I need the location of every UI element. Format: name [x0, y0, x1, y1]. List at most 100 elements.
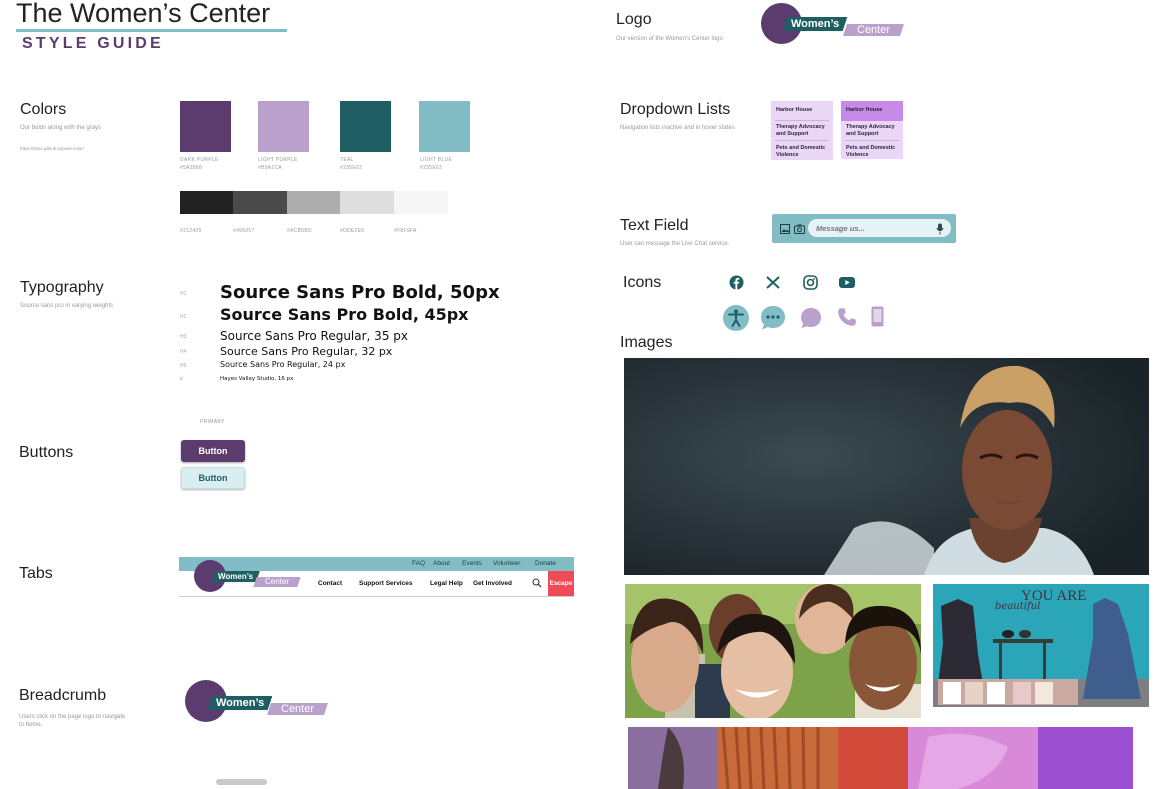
swatch-light-purple — [258, 101, 309, 152]
primary-button[interactable]: Button — [181, 440, 245, 462]
typo-sample-h5: Source Sans Pro Regular, 24 px — [220, 360, 346, 369]
image-icon[interactable] — [780, 224, 790, 234]
gray-code: #495057 — [233, 228, 255, 234]
swatch-label: TEAL — [340, 157, 354, 163]
tab-get-involved[interactable]: Get Involved — [473, 580, 512, 587]
nav-logo-center-text: Center — [265, 577, 290, 586]
gray-swatch — [233, 191, 287, 214]
group-friends-image — [625, 584, 921, 718]
colors-description: Our bolds along with the grays — [20, 125, 102, 131]
logo-center-banner: Center — [843, 24, 904, 36]
logo-women-text: Women’s — [791, 18, 840, 30]
logo-center-banner: Center — [267, 703, 328, 715]
nav-link-donate[interactable]: Donate — [535, 560, 556, 567]
microphone-icon[interactable] — [936, 223, 944, 235]
dropdown-description: Navigation lists inactive and in hover s… — [620, 125, 735, 131]
portrait-woman-image — [624, 358, 1149, 575]
dropdown-item[interactable]: Pets and Domestic Violence — [776, 145, 830, 159]
swatch-label: LIGHT PURPLE — [258, 157, 298, 163]
chat-more-icon[interactable] — [760, 305, 786, 331]
tab-support-services[interactable]: Support Services — [359, 580, 412, 587]
gray-swatch — [180, 191, 234, 214]
boutique-image: YOU ARE beautiful — [933, 584, 1149, 707]
nav-link-volunteer[interactable]: Volunteer — [493, 560, 520, 567]
logo-center-text: Center — [857, 24, 891, 36]
colors-link[interactable]: https://psss.github.io/pixel-color/ — [20, 145, 84, 153]
logo-center-text: Center — [281, 703, 315, 715]
colors-heading: Colors — [20, 101, 67, 118]
gray-code: #212429 — [180, 228, 202, 234]
search-icon[interactable] — [532, 578, 542, 588]
nav-link-about[interactable]: About — [433, 560, 450, 567]
swatch-light-blue — [419, 101, 470, 152]
typography-heading: Typography — [20, 279, 104, 296]
typo-tag-p: P — [180, 377, 184, 383]
swatch-teal — [340, 101, 391, 152]
title-underline — [16, 29, 287, 32]
typo-tag-h3: H3 — [180, 334, 187, 340]
secondary-button[interactable]: Button — [181, 467, 245, 489]
gray-code: #F8F9FA — [394, 228, 417, 234]
youtube-icon[interactable] — [839, 277, 855, 288]
nav-link-faq[interactable]: FAQ — [412, 560, 425, 567]
dropdown-heading: Dropdown Lists — [620, 101, 731, 118]
logo-women-text: Women’s — [216, 697, 265, 709]
chat-message-bar — [772, 214, 956, 243]
chat-message-input[interactable] — [808, 219, 951, 237]
gray-swatch — [340, 191, 394, 214]
swatch-label: LIGHT BLUE — [420, 157, 453, 163]
dropdown-item[interactable]: Harbor House — [776, 107, 812, 114]
breadcrumb-logo[interactable]: Women’s Center — [185, 680, 355, 725]
brand-logo: Women’s Center — [761, 3, 926, 45]
typo-sample-h4: Source Sans Pro Regular, 32 px — [220, 345, 393, 358]
buttons-heading: Buttons — [19, 444, 74, 461]
logo-women-banner: Women’s — [207, 696, 273, 710]
typography-description: Source sans pro in varying weights — [20, 303, 114, 309]
dropdown-item[interactable]: Pets and Domestic Violence — [846, 145, 900, 159]
logo-women-banner: Women’s — [782, 17, 848, 31]
accessibility-icon[interactable] — [723, 305, 749, 331]
dropdown-divider — [845, 140, 899, 141]
phone-icon[interactable] — [837, 307, 857, 327]
textfield-heading: Text Field — [620, 217, 689, 234]
swatch-dark-purple — [180, 101, 231, 152]
nav-logo-women[interactable]: Women’s — [211, 571, 260, 582]
nav-logo-center[interactable]: Center — [253, 577, 301, 587]
textfield-description: User can message the Live Chat service. — [620, 241, 730, 247]
site-nav-bar: FAQ About Events Volunteer Donate Women’… — [179, 557, 574, 597]
swatch-code: #5A3868 — [180, 165, 203, 171]
logo-description: Our version of the Women’s Center logo — [616, 36, 723, 42]
tab-legal-help[interactable]: Legal Help — [430, 580, 463, 587]
logo-heading: Logo — [616, 11, 652, 28]
images-heading: Images — [620, 334, 673, 351]
gray-swatch — [287, 191, 341, 214]
scroll-handle[interactable] — [216, 779, 267, 785]
wall-text-beautiful: beautiful — [995, 601, 1040, 612]
dropdown-list-hover: Harbor House Therapy Advocacy and Suppor… — [841, 101, 903, 159]
dropdown-item[interactable]: Therapy Advocacy and Support — [846, 124, 900, 138]
chat-bubble-icon[interactable] — [800, 307, 822, 329]
nav-logo-women-text: Women’s — [218, 572, 254, 581]
page-subtitle: STYLE GUIDE — [22, 35, 164, 52]
nav-link-events[interactable]: Events — [462, 560, 482, 567]
instagram-icon[interactable] — [803, 275, 818, 290]
typo-sample-h3: Source Sans Pro Regular, 35 px — [220, 329, 408, 343]
typo-tag-h1: H1 — [180, 291, 187, 297]
x-icon[interactable] — [766, 276, 780, 289]
tabs-heading: Tabs — [19, 565, 53, 582]
typo-tag-h5: H5 — [180, 363, 187, 369]
breadcrumb-description: Users click on the page logo to navigate… — [19, 714, 126, 728]
dropdown-list-inactive: Harbor House Therapy Advocacy and Suppor… — [771, 101, 833, 160]
camera-icon[interactable] — [794, 224, 805, 234]
typo-tag-h4: H4 — [180, 349, 187, 355]
gray-swatch — [394, 191, 448, 214]
mobile-icon[interactable] — [871, 306, 884, 327]
dropdown-divider — [775, 120, 829, 121]
dropdown-item[interactable]: Therapy Advocacy and Support — [776, 124, 830, 138]
escape-button[interactable]: Escape — [548, 571, 574, 596]
facebook-icon[interactable] — [729, 275, 744, 290]
clothing-rack-image — [628, 727, 1140, 789]
tab-contact[interactable]: Contact — [318, 580, 342, 587]
dropdown-item-hovered[interactable]: Harbor House — [846, 107, 882, 114]
typo-sample-h1: Source Sans Pro Bold, 50px — [220, 282, 500, 303]
